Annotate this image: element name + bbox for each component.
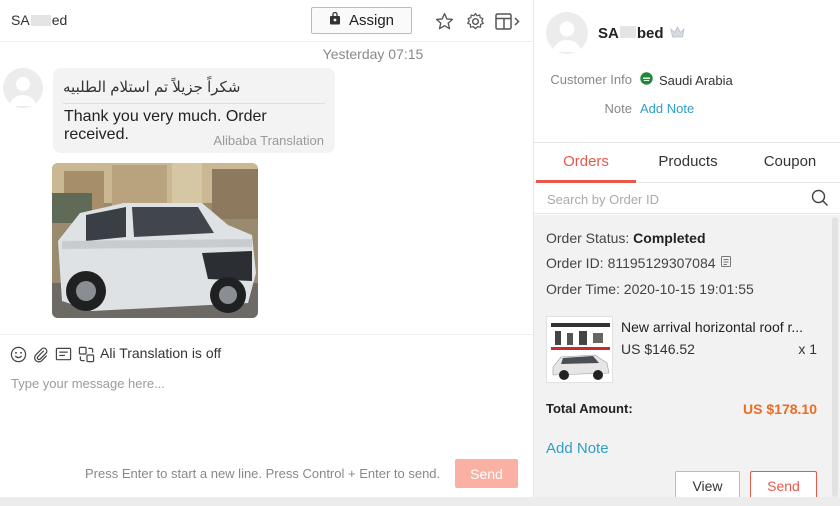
tab-products[interactable]: Products (638, 143, 738, 183)
star-icon[interactable] (433, 10, 455, 32)
sender-avatar (3, 68, 43, 108)
customer-info-label: Customer Info (550, 72, 632, 87)
order-status-value: Completed (633, 230, 706, 246)
add-customer-note-link[interactable]: Add Note (640, 101, 694, 116)
translate-icon[interactable] (77, 345, 95, 363)
customer-avatar (546, 12, 588, 54)
country-name: Saudi Arabia (659, 72, 733, 88)
message-composer: Ali Translation is off Press Enter to st… (0, 334, 533, 497)
product-thumbnail[interactable] (546, 316, 613, 383)
gear-icon[interactable] (464, 10, 486, 32)
order-search (534, 183, 840, 214)
message-photo[interactable] (52, 163, 258, 318)
crown-icon (669, 25, 685, 42)
order-search-input[interactable] (547, 189, 802, 209)
customer-name-end: bed (636, 25, 664, 42)
emoji-icon[interactable] (9, 345, 27, 363)
contact-name-end: ed (51, 12, 68, 28)
order-time: Order Time: 2020-10-15 19:01:55 (546, 281, 754, 297)
chat-header: SA ed Assign (0, 0, 533, 42)
note-label: Note (604, 101, 632, 116)
send-hint: Press Enter to start a new line. Press C… (85, 466, 441, 481)
message-input[interactable] (8, 373, 523, 453)
translation-divider (63, 103, 325, 104)
total-amount-value: US $178.10 (743, 401, 817, 417)
tab-coupon[interactable]: Coupon (740, 143, 840, 183)
order-time-label: Order Time: (546, 281, 620, 297)
chat-pane: SA ed Assign Yesterday 07:15 شكراً جزيلاً… (0, 0, 533, 497)
copy-icon[interactable] (720, 255, 732, 271)
shopping-bag-icon (329, 11, 341, 29)
order-id: Order ID: 81195129307084 (546, 255, 732, 271)
order-time-value: 2020-10-15 19:01:55 (623, 281, 754, 297)
tab-orders[interactable]: Orders (536, 143, 636, 183)
product-price: US $146.52 (621, 341, 695, 357)
customer-name-start: SA (598, 25, 619, 42)
name-redaction (619, 26, 636, 38)
send-button[interactable]: Send (455, 459, 518, 488)
product-quantity: x 1 (798, 341, 817, 357)
customer-country: Saudi Arabia (640, 72, 733, 88)
assign-label: Assign (348, 12, 395, 29)
order-card: Order Status: Completed Order ID: 811951… (534, 215, 840, 500)
order-id-value: 81195129307084 (607, 255, 716, 271)
paperclip-icon[interactable] (31, 345, 49, 363)
customer-name: SA bed (598, 25, 685, 42)
tab-bar: Orders Products Coupon (534, 142, 840, 183)
contact-name-start: SA (11, 12, 30, 28)
message-bubble: شكراً جزيلاً تم استلام الطلبيه Thank you… (53, 68, 335, 153)
bottom-bar (0, 497, 840, 506)
search-icon[interactable] (811, 189, 829, 207)
order-scrollbar[interactable] (832, 217, 838, 497)
translation-source: Alibaba Translation (213, 133, 324, 148)
original-message: شكراً جزيلاً تم استلام الطلبيه (63, 79, 241, 96)
saudi-flag-icon (640, 72, 653, 88)
product-title[interactable]: New arrival horizontal roof r... (621, 319, 817, 335)
order-id-label: Order ID: (546, 255, 604, 271)
send-order-button[interactable]: Send (750, 471, 817, 500)
order-status-label: Order Status: (546, 230, 630, 246)
panel-toggle-icon[interactable] (494, 10, 522, 32)
customer-note: Add Note (640, 101, 694, 116)
view-order-button[interactable]: View (675, 471, 740, 500)
customer-pane: SA bed Customer Info Saudi Arabia Note Ad… (533, 0, 840, 500)
add-order-note-link[interactable]: Add Note (546, 440, 609, 457)
total-amount-label: Total Amount: (546, 401, 633, 416)
name-redaction (30, 15, 51, 26)
translation-status[interactable]: Ali Translation is off (100, 345, 221, 361)
order-status: Order Status: Completed (546, 230, 706, 246)
quick-reply-icon[interactable] (54, 345, 72, 363)
contact-name: SA ed (11, 12, 67, 28)
assign-button[interactable]: Assign (311, 7, 412, 34)
